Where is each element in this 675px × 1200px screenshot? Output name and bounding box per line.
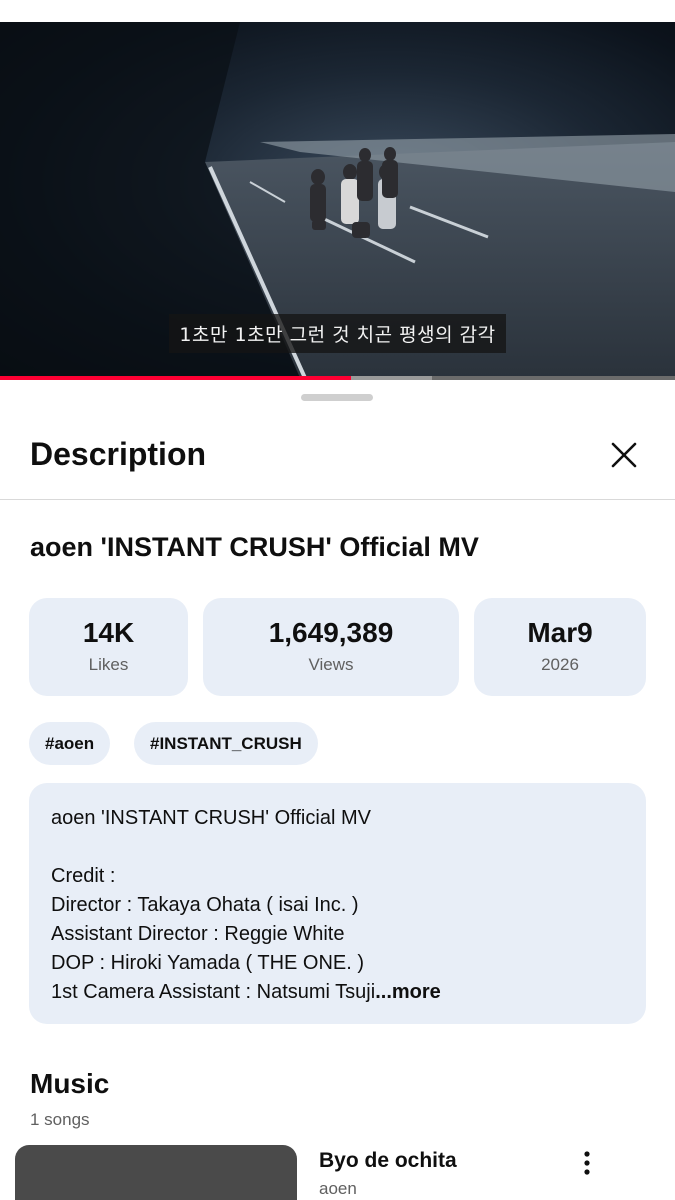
hashtag-instant-crush[interactable]: #INSTANT_CRUSH xyxy=(134,722,318,765)
description-line: DOP : Hiroki Yamada ( THE ONE. ) xyxy=(51,952,365,974)
date-stat: Mar9 2026 xyxy=(474,598,646,696)
show-more-link[interactable]: ...more xyxy=(375,981,441,1003)
song-thumbnail[interactable] xyxy=(15,1145,297,1200)
description-line: Director : Takaya Ohata ( isai Inc. ) xyxy=(51,894,359,916)
description-line: aoen 'INSTANT CRUSH' Official MV xyxy=(51,807,371,829)
publish-date: Mar9 xyxy=(527,617,593,648)
likes-stat: 14K Likes xyxy=(29,598,188,696)
description-sheet: Description aoen 'INSTANT CRUSH' Officia… xyxy=(0,380,675,1200)
description-text-box[interactable]: aoen 'INSTANT CRUSH' Official MV Credit … xyxy=(29,783,646,1024)
video-player[interactable]: 1초만 1초만 그런 것 치곤 평생의 감각 xyxy=(0,22,675,378)
description-line: Assistant Director : Reggie White xyxy=(51,923,345,945)
close-icon xyxy=(611,442,637,468)
views-label: Views xyxy=(308,655,354,674)
views-stat: 1,649,389 Views xyxy=(203,598,459,696)
song-artist: aoen xyxy=(319,1179,357,1198)
views-count: 1,649,389 xyxy=(268,617,394,648)
sheet-title: Description xyxy=(30,436,207,472)
drag-handle[interactable] xyxy=(301,394,373,401)
publish-year: 2026 xyxy=(541,655,579,674)
close-button[interactable] xyxy=(606,437,642,473)
description-line: Credit : xyxy=(51,865,116,887)
caption-overlay: 1초만 1초만 그런 것 치곤 평생의 감각 xyxy=(0,314,675,353)
music-song-count: 1 songs xyxy=(30,1110,90,1129)
divider xyxy=(0,499,675,500)
more-vertical-icon xyxy=(584,1151,590,1175)
likes-label: Likes xyxy=(88,655,129,674)
song-menu-button[interactable] xyxy=(574,1148,600,1178)
description-line-last: 1st Camera Assistant : Natsumi Tsuji...m… xyxy=(51,978,624,1007)
description-line-text: 1st Camera Assistant : Natsumi Tsuji xyxy=(51,981,376,1003)
likes-count: 14K xyxy=(82,617,135,648)
music-section-title: Music xyxy=(30,1068,110,1099)
top-status-area xyxy=(0,0,675,22)
caption-text: 1초만 1초만 그런 것 치곤 평생의 감각 xyxy=(169,314,506,353)
hashtag-aoen[interactable]: #aoen xyxy=(29,722,111,765)
song-title[interactable]: Byo de ochita xyxy=(319,1149,457,1173)
video-title: aoen 'INSTANT CRUSH' Official MV xyxy=(30,532,479,562)
